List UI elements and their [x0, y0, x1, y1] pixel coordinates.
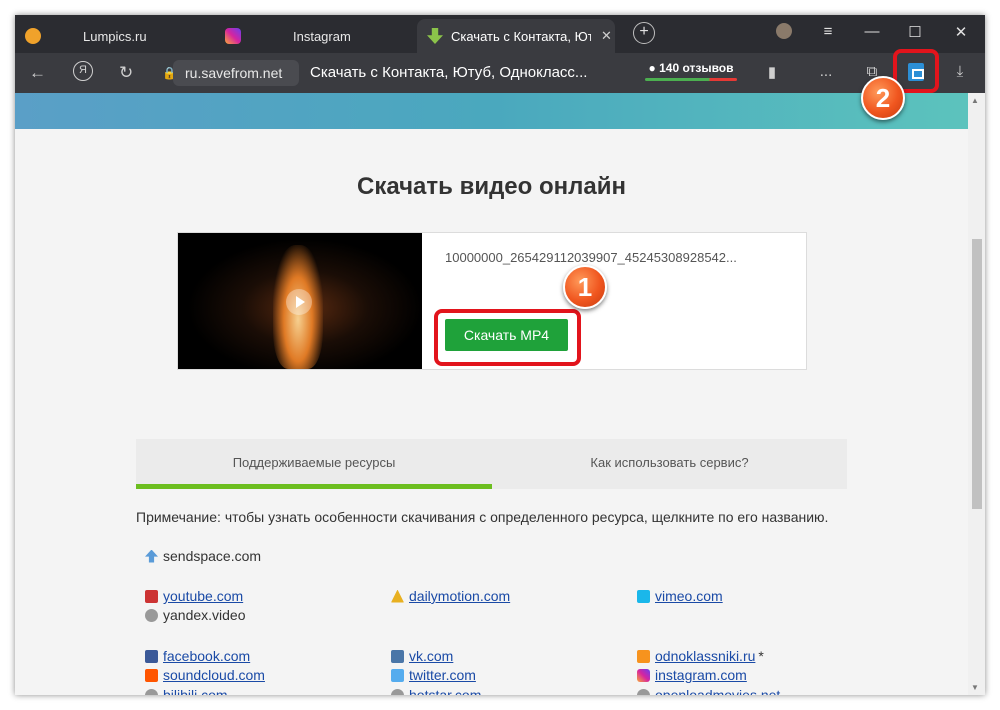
- downloads-icon[interactable]: ⤓: [949, 63, 971, 80]
- dailymotion-icon: [391, 589, 404, 603]
- instagram-icon: [637, 668, 650, 682]
- vimeo-icon: [637, 589, 650, 603]
- resource-bilibili[interactable]: bilibili.com: [145, 687, 228, 695]
- tab-how-to-use[interactable]: Как использовать сервис?: [492, 439, 847, 489]
- globe-icon: [391, 688, 404, 695]
- resource-vimeo[interactable]: vimeo.com: [637, 588, 723, 604]
- resource-link[interactable]: facebook.com: [163, 648, 250, 664]
- resource-link[interactable]: twitter.com: [409, 667, 476, 683]
- tab-label: Lumpics.ru: [83, 28, 147, 44]
- address-bar: ← Я ↻ 🔒 ru.savefrom.net Скачать с Контак…: [15, 53, 985, 93]
- resource-asterisk: *: [758, 648, 764, 664]
- instagram-favicon-icon: [225, 28, 241, 44]
- resource-facebook[interactable]: facebook.com: [145, 648, 250, 664]
- video-result-card: 10000000_265429112039907_45245308928542.…: [177, 232, 807, 370]
- menu-icon[interactable]: ≡: [816, 23, 840, 40]
- tab-label: Instagram: [293, 28, 351, 44]
- new-tab-button[interactable]: +: [633, 22, 655, 44]
- resource-instagram[interactable]: instagram.com: [637, 667, 747, 683]
- highlight-box-1: [434, 309, 581, 366]
- resource-twitter[interactable]: twitter.com: [391, 667, 476, 683]
- minimize-icon[interactable]: —: [860, 23, 884, 40]
- profile-avatar-icon[interactable]: [772, 23, 796, 43]
- reload-icon[interactable]: ↻: [119, 63, 133, 83]
- tab-lumpics[interactable]: Lumpics.ru: [25, 19, 225, 53]
- tab-instagram[interactable]: Instagram: [225, 19, 425, 53]
- resource-link[interactable]: odnoklassniki.ru: [655, 648, 755, 664]
- close-window-icon[interactable]: ✕: [949, 23, 973, 41]
- resource-odnoklassniki[interactable]: odnoklassniki.ru *: [637, 648, 764, 664]
- scroll-down-icon[interactable]: ▼: [971, 683, 979, 692]
- savefrom-extension-icon[interactable]: [908, 63, 924, 81]
- lumpics-favicon-icon: [25, 28, 41, 44]
- maximize-icon[interactable]: ☐: [903, 23, 927, 41]
- soundcloud-icon: [145, 668, 158, 682]
- resource-vk[interactable]: vk.com: [391, 648, 453, 664]
- info-tabs: Поддерживаемые ресурсы Как использовать …: [136, 439, 847, 489]
- step-badge-2: 2: [861, 76, 905, 120]
- globe-icon: [145, 608, 158, 622]
- download-arrow-icon: [427, 28, 443, 44]
- resource-link[interactable]: dailymotion.com: [409, 588, 510, 604]
- tab-label: Скачать с Контакта, Ют: [451, 28, 591, 44]
- youtube-icon: [145, 589, 158, 603]
- sendspace-icon: [145, 549, 158, 563]
- video-filename: 10000000_265429112039907_45245308928542.…: [445, 250, 737, 265]
- resource-link[interactable]: bilibili.com: [163, 687, 228, 695]
- resource-link[interactable]: hotstar.com: [409, 687, 481, 695]
- tab-supported-resources[interactable]: Поддерживаемые ресурсы: [136, 439, 492, 489]
- globe-icon: [637, 688, 650, 695]
- page-heading: Скачать видео онлайн: [357, 173, 626, 200]
- site-banner: [15, 93, 968, 129]
- speech-bubble-icon: ●: [648, 61, 656, 75]
- reviews-badge[interactable]: ● 140 отзывов: [645, 61, 737, 81]
- resource-dailymotion[interactable]: dailymotion.com: [391, 588, 510, 604]
- close-tab-icon[interactable]: ✕: [601, 28, 612, 44]
- twitter-icon: [391, 668, 404, 682]
- url-field[interactable]: ru.savefrom.net: [173, 60, 299, 86]
- odnoklassniki-icon: [637, 649, 650, 663]
- page-title-in-address: Скачать с Контакта, Ютуб, Однокласс...: [310, 64, 588, 81]
- step-badge-1: 1: [563, 265, 607, 309]
- resource-label: sendspace.com: [163, 548, 262, 564]
- yandex-icon[interactable]: Я: [73, 61, 93, 81]
- resource-soundcloud[interactable]: soundcloud.com: [145, 667, 265, 683]
- globe-icon: [145, 688, 158, 695]
- resource-link[interactable]: instagram.com: [655, 667, 747, 683]
- page-content: Скачать видео онлайн 10000000_2654291120…: [15, 93, 968, 695]
- resource-youtube[interactable]: youtube.com: [145, 588, 243, 604]
- tab-bar: Lumpics.ru Instagram Скачать с Контакта,…: [15, 15, 985, 53]
- resource-link[interactable]: openloadmovies.net: [655, 687, 780, 695]
- rating-bar: [645, 78, 737, 81]
- resource-link[interactable]: soundcloud.com: [163, 667, 265, 683]
- video-thumbnail[interactable]: [178, 233, 422, 369]
- more-button[interactable]: ...: [815, 63, 837, 80]
- resource-sendspace[interactable]: sendspace.com: [145, 548, 261, 564]
- facebook-icon: [145, 649, 158, 663]
- note-text: Примечание: чтобы узнать особенности ска…: [136, 509, 829, 525]
- scrollbar-thumb[interactable]: [972, 239, 982, 509]
- vk-icon: [391, 649, 404, 663]
- resource-link[interactable]: vk.com: [409, 648, 453, 664]
- play-icon[interactable]: [286, 289, 312, 315]
- bookmark-icon[interactable]: ▮: [761, 63, 783, 81]
- resource-hotstar[interactable]: hotstar.com: [391, 687, 481, 695]
- resource-yandex[interactable]: yandex.video: [145, 607, 246, 623]
- browser-window: Lumpics.ru Instagram Скачать с Контакта,…: [15, 15, 985, 695]
- back-icon[interactable]: ←: [29, 63, 46, 83]
- vertical-scrollbar[interactable]: ▲ ▼: [968, 93, 985, 695]
- scroll-up-icon[interactable]: ▲: [971, 96, 979, 105]
- resource-openload[interactable]: openloadmovies.net: [637, 687, 780, 695]
- resource-label: yandex.video: [163, 607, 246, 623]
- reviews-label: 140 отзывов: [659, 61, 734, 75]
- resource-link[interactable]: youtube.com: [163, 588, 243, 604]
- resource-link[interactable]: vimeo.com: [655, 588, 723, 604]
- tab-savefrom[interactable]: Скачать с Контакта, Ют ✕: [417, 19, 615, 53]
